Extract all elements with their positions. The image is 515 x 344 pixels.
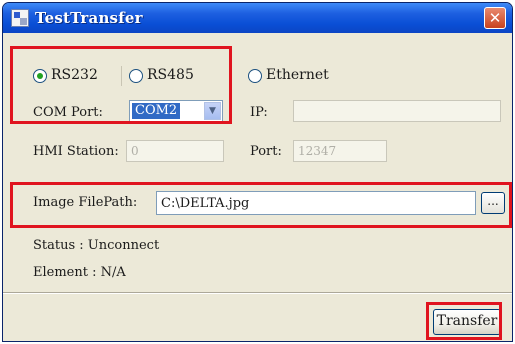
rs232-radio[interactable] [33, 69, 47, 83]
ip-label: IP: [250, 105, 268, 120]
hmi-station-label: HMI Station: [33, 144, 119, 159]
image-filepath-label: Image FilePath: [33, 195, 138, 210]
title-bar[interactable]: TestTransfer ✕ [3, 3, 512, 33]
close-button[interactable]: ✕ [484, 7, 506, 29]
ethernet-label[interactable]: Ethernet [266, 67, 329, 83]
rs485-label[interactable]: RS485 [147, 67, 194, 83]
footer-separator-highlight [3, 293, 512, 294]
rs485-radio[interactable] [129, 69, 143, 83]
element-text: Element : N/A [33, 265, 126, 280]
com-port-select[interactable]: COM2 ▼ [129, 100, 223, 122]
test-transfer-dialog: TestTransfer ✕ RS232 RS485 Ethernet COM … [2, 2, 513, 342]
com-port-value: COM2 [132, 103, 181, 119]
rs232-label[interactable]: RS232 [51, 67, 98, 83]
window-title: TestTransfer [35, 9, 143, 27]
transfer-button[interactable]: Transfer [433, 309, 501, 335]
chevron-down-icon[interactable]: ▼ [204, 102, 221, 120]
browse-button[interactable]: ... [481, 192, 505, 214]
hmi-station-field[interactable]: 0 [126, 140, 224, 162]
com-port-label: COM Port: [33, 105, 103, 120]
dialog-content: RS232 RS485 Ethernet COM Port: COM2 ▼ IP… [3, 33, 512, 341]
app-window-icon [11, 9, 29, 27]
port-field[interactable]: 12347 [293, 140, 387, 162]
image-filepath-input[interactable]: C:\DELTA.jpg [156, 191, 476, 215]
radio-divider [121, 66, 122, 86]
status-text: Status : Unconnect [33, 238, 160, 253]
port-label: Port: [250, 144, 282, 159]
ip-field[interactable] [293, 100, 501, 122]
ethernet-radio[interactable] [248, 69, 262, 83]
hmi-station-value: 0 [131, 144, 139, 158]
image-filepath-value: C:\DELTA.jpg [161, 196, 250, 211]
port-value: 12347 [298, 144, 337, 158]
